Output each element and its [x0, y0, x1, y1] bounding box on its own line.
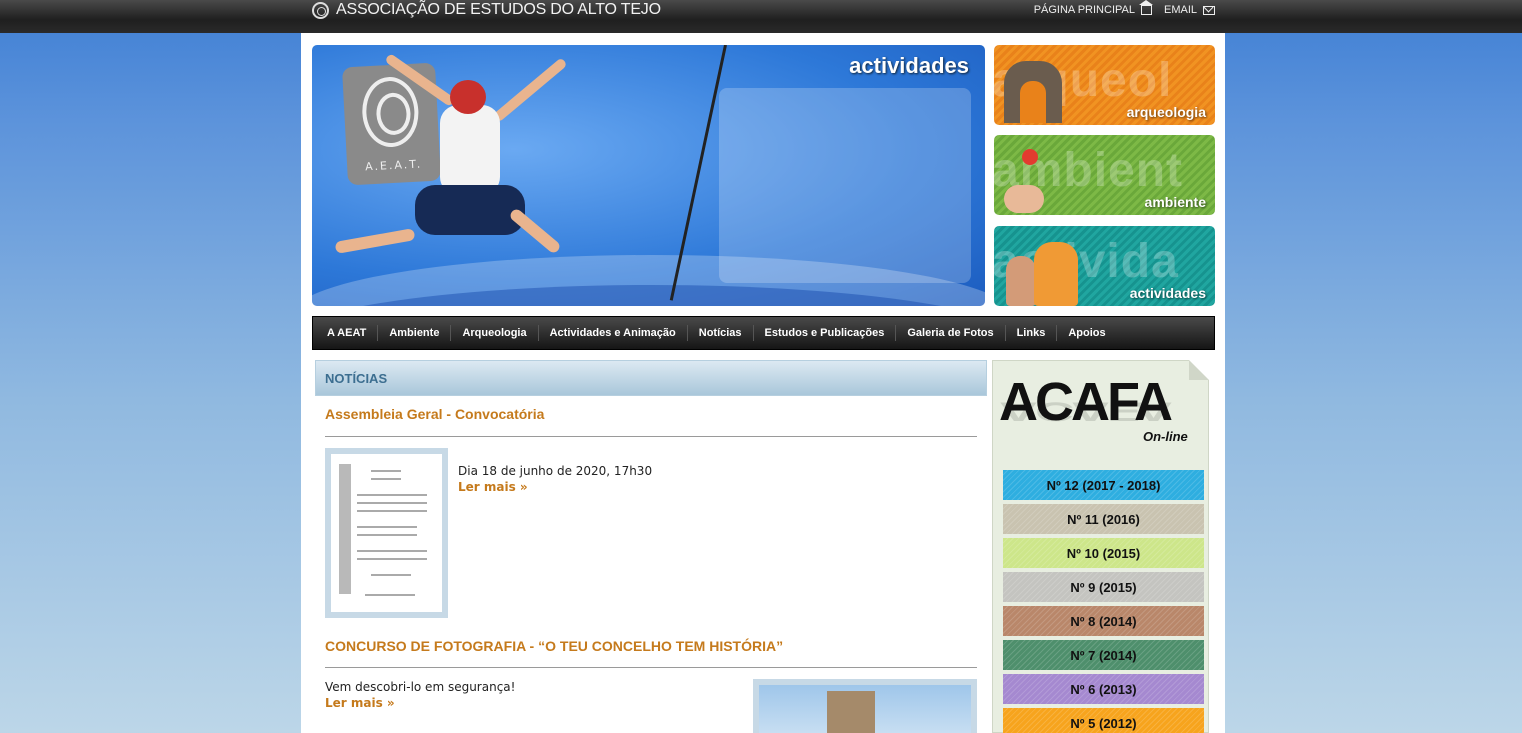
article-title[interactable]: Assembleia Geral - Convocatória [325, 406, 544, 422]
acafa-issue-11[interactable]: Nº 11 (2016) [1003, 504, 1204, 534]
doc-line [371, 470, 401, 472]
hero-panel [719, 88, 971, 283]
tile-label: arqueologia [1126, 104, 1206, 120]
tower-shape [827, 691, 875, 733]
tile-label: actividades [1129, 285, 1206, 301]
home-link[interactable]: PÁGINA PRINCIPAL [1034, 0, 1153, 16]
nav-item-noticias[interactable]: Notícias [686, 325, 753, 341]
climber-leg-left [334, 228, 416, 254]
page-fold [1189, 360, 1209, 380]
article-summary: Vem descobri-lo em segurança! [325, 680, 516, 694]
mail-icon[interactable] [1203, 5, 1215, 15]
doc-line [365, 594, 415, 596]
climber-arm-left [384, 52, 456, 108]
nav-item-ambiente[interactable]: Ambiente [377, 325, 450, 341]
aeat-logo-icon[interactable] [312, 2, 329, 19]
doc-side-strip [339, 464, 351, 594]
climber-body [440, 105, 500, 195]
acafa-logo-subtitle: On-line [1143, 429, 1188, 444]
acafa-issue-7[interactable]: Nº 7 (2014) [1003, 640, 1204, 670]
nav-item-estudos[interactable]: Estudos e Publicações [752, 325, 896, 341]
main-nav: A AEAT Ambiente Arqueologia Actividades … [312, 316, 1215, 350]
email-link-label[interactable]: EMAIL [1164, 4, 1197, 16]
read-more-link[interactable]: Ler mais » [458, 480, 528, 494]
tile-label: ambiente [1144, 194, 1206, 210]
email-link[interactable]: EMAIL [1164, 4, 1215, 16]
tile-arqueologia[interactable]: arqueol arqueologia [994, 45, 1215, 125]
article-divider [325, 436, 977, 437]
article-thumbnail[interactable] [325, 448, 448, 618]
acafa-sidebar: ACAFA ACAFA On-line Nº 12 (2017 - 2018) … [992, 360, 1209, 733]
nav-item-apoios[interactable]: Apoios [1056, 325, 1116, 341]
nav-item-a-aeat[interactable]: A AEAT [327, 325, 377, 341]
doc-line [357, 502, 427, 504]
ruin-arch [1020, 81, 1046, 123]
climber-arm-right [492, 57, 568, 123]
nav-item-arqueologia[interactable]: Arqueologia [450, 325, 537, 341]
article-summary: Dia 18 de junho de 2020, 17h30 [458, 464, 653, 478]
climber-image [334, 45, 575, 255]
doc-line [357, 494, 427, 496]
acafa-issue-10[interactable]: Nº 10 (2015) [1003, 538, 1204, 568]
doc-line [357, 550, 427, 552]
top-links: PÁGINA PRINCIPAL EMAIL [1034, 0, 1215, 16]
article-title[interactable]: CONCURSO DE FOTOGRAFIA - “O TEU CONCELHO… [325, 638, 783, 654]
doc-line [371, 574, 411, 576]
acafa-issue-5[interactable]: Nº 5 (2012) [1003, 708, 1204, 733]
top-bar: ASSOCIAÇÃO DE ESTUDOS DO ALTO TEJO PÁGIN… [0, 0, 1522, 33]
news-heading: NOTÍCIAS [325, 371, 388, 386]
read-more-link[interactable]: Ler mais » [325, 696, 395, 710]
doc-line [357, 558, 427, 560]
doc-line [371, 478, 401, 480]
acafa-issue-6[interactable]: Nº 6 (2013) [1003, 674, 1204, 704]
nav-item-links[interactable]: Links [1004, 325, 1057, 341]
article-divider [325, 667, 977, 668]
news-section-header: NOTÍCIAS [315, 360, 987, 396]
doc-line [357, 510, 427, 512]
tile-ambiente[interactable]: ambient ambiente [994, 135, 1215, 215]
nav-item-galeria[interactable]: Galeria de Fotos [895, 325, 1004, 341]
child-boy-image [1034, 242, 1078, 306]
tile-actividades[interactable]: activida actividades [994, 226, 1215, 306]
climber-shorts [415, 185, 525, 235]
doc-line [357, 534, 417, 536]
hero-banner[interactable]: A.E.A.T. actividades [312, 45, 985, 306]
acafa-issue-8[interactable]: Nº 8 (2014) [1003, 606, 1204, 636]
article-photo[interactable] [753, 679, 977, 733]
flower-image [1022, 149, 1038, 165]
acafa-issue-9[interactable]: Nº 9 (2015) [1003, 572, 1204, 602]
document-preview-image [331, 454, 442, 612]
tower-photo-image [759, 685, 971, 733]
child-girl-image [1006, 256, 1036, 306]
doc-line [357, 526, 417, 528]
hand-flower-image [1004, 185, 1044, 213]
home-link-label[interactable]: PÁGINA PRINCIPAL [1034, 4, 1135, 16]
climber-helmet [450, 80, 486, 114]
site-title[interactable]: ASSOCIAÇÃO DE ESTUDOS DO ALTO TEJO [336, 1, 661, 19]
hero-title: actividades [849, 53, 969, 78]
acafa-issue-12[interactable]: Nº 12 (2017 - 2018) [1003, 470, 1204, 500]
nav-item-actividades[interactable]: Actividades e Animação [537, 325, 687, 341]
acafa-logo[interactable]: ACAFA [999, 375, 1173, 429]
home-icon[interactable] [1138, 0, 1153, 15]
